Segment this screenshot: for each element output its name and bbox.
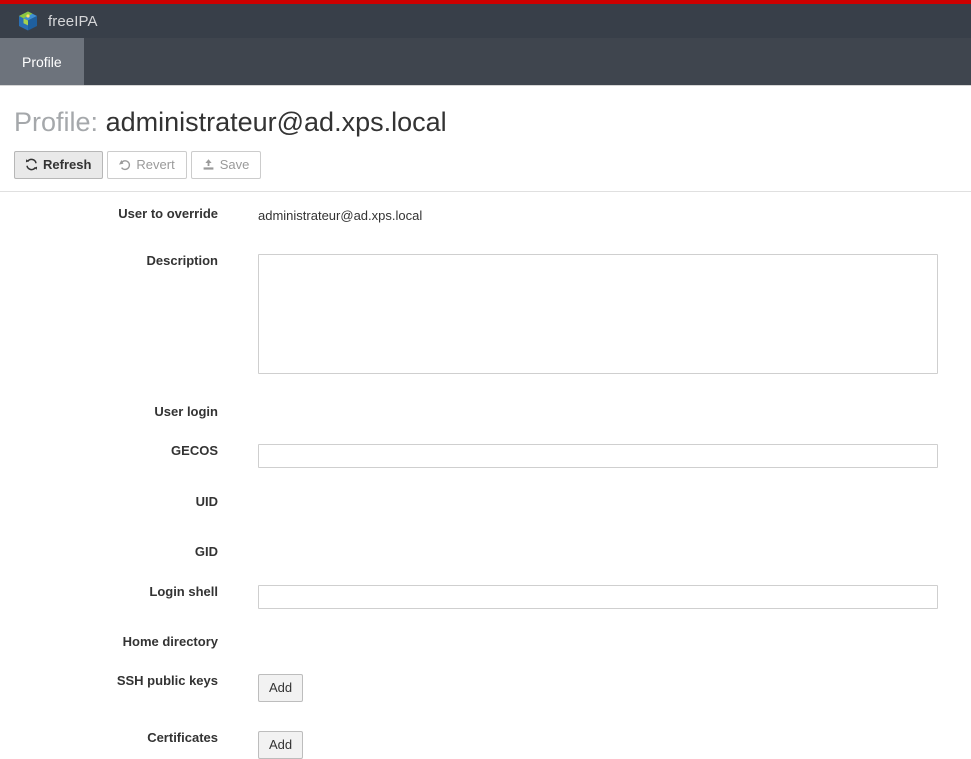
control-certificates: Add xyxy=(258,731,971,759)
label-ssh-public-keys: SSH public keys xyxy=(116,673,218,689)
save-button-label: Save xyxy=(219,157,250,173)
form-row-certificates: Certificates Add xyxy=(0,731,971,759)
action-toolbar: Refresh Revert Save xyxy=(0,138,971,180)
refresh-button-label: Refresh xyxy=(43,157,92,173)
label-certificates: Certificates xyxy=(147,730,218,746)
add-certificate-button[interactable]: Add xyxy=(258,731,304,759)
form-row-gecos: GECOS xyxy=(0,443,971,469)
form-row-login-shell: Login shell xyxy=(0,584,971,610)
revert-button[interactable]: Revert xyxy=(107,151,187,180)
page-header: Profile: administrateur@ad.xps.local xyxy=(0,86,971,138)
label-gecos: GECOS xyxy=(171,443,218,459)
revert-button-label: Revert xyxy=(136,157,175,173)
label-user-to-override: User to override xyxy=(118,206,218,222)
undo-icon xyxy=(118,158,131,171)
label-login-shell: Login shell xyxy=(149,584,218,600)
main-nav-bar: Profile xyxy=(0,38,971,86)
save-button[interactable]: Save xyxy=(190,151,262,180)
upload-icon xyxy=(202,158,215,171)
label-gid: GID xyxy=(194,544,218,560)
page-title: Profile: administrateur@ad.xps.local xyxy=(14,106,971,138)
label-description: Description xyxy=(146,253,218,269)
page-title-value: administrateur@ad.xps.local xyxy=(105,107,447,137)
profile-form: User to override administrateur@ad.xps.l… xyxy=(0,192,971,759)
form-row-description: Description xyxy=(0,253,971,375)
login-shell-input[interactable] xyxy=(258,585,938,610)
label-user-login: User login xyxy=(154,404,218,420)
brand-name: freeIPA xyxy=(48,12,98,30)
form-row-uid: UID xyxy=(0,495,971,508)
brand-link[interactable]: freeIPA xyxy=(17,10,98,32)
tab-profile[interactable]: Profile xyxy=(0,38,84,85)
refresh-icon xyxy=(25,158,38,171)
description-textarea[interactable] xyxy=(258,254,938,375)
label-home-directory: Home directory xyxy=(122,634,218,650)
control-user-to-override: administrateur@ad.xps.local xyxy=(258,207,971,225)
control-login-shell xyxy=(258,585,971,610)
page-title-prefix: Profile: xyxy=(14,107,99,137)
add-ssh-key-button[interactable]: Add xyxy=(258,674,304,703)
form-row-user-login: User login xyxy=(0,405,971,418)
control-description xyxy=(258,254,971,375)
gecos-input[interactable] xyxy=(258,444,938,469)
masthead: freeIPA xyxy=(0,4,971,38)
control-ssh-public-keys: Add xyxy=(258,674,971,703)
label-uid: UID xyxy=(195,494,218,510)
refresh-button[interactable]: Refresh xyxy=(14,151,104,180)
form-row-user-to-override: User to override administrateur@ad.xps.l… xyxy=(0,207,971,225)
value-user-to-override: administrateur@ad.xps.local xyxy=(258,208,423,224)
control-gecos xyxy=(258,444,971,469)
form-row-gid: GID xyxy=(0,545,971,558)
form-row-ssh-public-keys: SSH public keys Add xyxy=(0,673,971,703)
form-row-home-directory: Home directory xyxy=(0,635,971,648)
cube-logo-icon xyxy=(17,10,39,32)
